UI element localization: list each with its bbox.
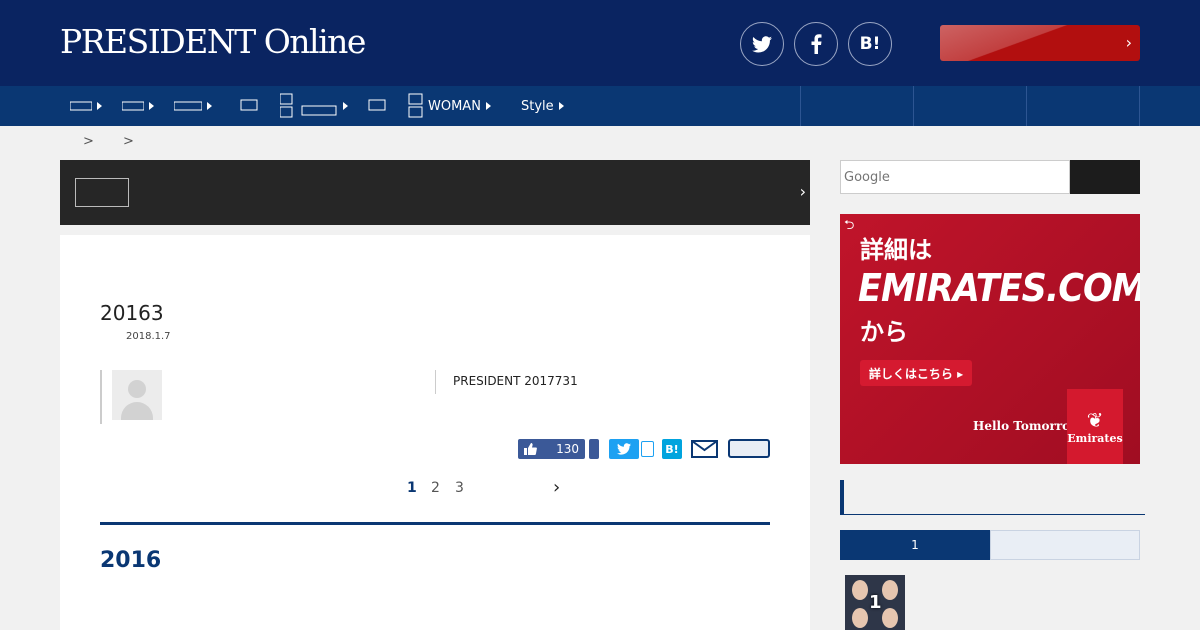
pager-page-2[interactable]: 2 [431,480,440,496]
twitter-icon [617,443,631,455]
pager-page-1[interactable]: 1 [407,480,417,496]
ad-headline-2: EMIRATES.COM [858,266,1140,310]
twitter-share-button[interactable] [740,22,784,66]
nav-label-glyph [408,93,423,118]
ranking-tab-inactive[interactable] [990,530,1140,560]
nav-item-style[interactable]: Style [521,86,564,126]
email-share-button[interactable] [691,439,718,459]
hatena-bookmark-button[interactable]: B! [662,439,682,459]
ad-headline-3: から [860,318,908,346]
ad-choices-icon[interactable]: ⮌ [844,216,854,238]
site-logo[interactable]: PRESIDENT Online [60,22,366,61]
nav-item-5[interactable] [280,86,348,126]
cta-sheen [940,25,1070,61]
nav-item-woman[interactable]: WOMAN [408,86,491,126]
pager-page-3[interactable]: 3 [455,480,464,496]
emirates-wordmark: Emirates [1067,432,1123,445]
main-nav: WOMAN Style [0,86,1200,126]
nav-item-3[interactable] [174,86,212,126]
twitter-icon [752,35,772,52]
ranking-header [840,480,1145,515]
feature-banner[interactable]: › [60,160,810,225]
nav-label-glyph [174,101,202,111]
ad-tagline: Hello Tomorrow [973,419,1081,433]
facebook-like-button[interactable]: 130 [518,439,585,459]
facebook-icon [811,34,821,54]
source-divider [435,370,436,394]
facebook-share-button[interactable] [794,22,838,66]
emirates-logo: ❦ Emirates [1067,389,1123,464]
header-cta-button[interactable]: › [940,25,1140,61]
hatena-bookmark-icon: B! [859,34,881,54]
breadcrumb-separator: > [123,134,134,149]
mail-icon [691,440,718,458]
nav-item-1[interactable] [70,86,102,126]
ranking-number: 1 [869,592,882,613]
ranking-tab-active[interactable]: 1 [840,530,990,560]
nav-label-glyph [280,93,337,118]
nav-divider [913,86,914,126]
nav-item-6[interactable] [368,86,386,126]
caret-right-icon [558,102,564,110]
section-heading: 2016 [100,548,162,573]
nav-label-glyph [240,99,258,111]
caret-right-icon [97,102,102,110]
facebook-like-count: 130 [556,442,579,456]
section-rule [100,522,770,525]
article-title: 20163 [100,301,164,325]
chevron-right-icon: › [799,182,806,201]
nav-divider [1139,86,1140,126]
nav-label-glyph [368,99,386,111]
nav-divider [800,86,801,126]
emirates-calligraphy-icon: ❦ [1086,408,1104,432]
nav-item-2[interactable] [122,86,154,126]
caret-right-icon [343,102,348,110]
hatena-bookmark-button[interactable]: B! [848,22,892,66]
chevron-right-icon: › [1125,33,1132,52]
search-button[interactable] [1070,160,1140,194]
save-article-button[interactable] [728,439,770,458]
author-avatar[interactable] [112,370,162,420]
emirates-ad-banner[interactable]: ⮌ 詳細は EMIRATES.COM から 詳しくはこちら ▸ Hello To… [840,214,1140,464]
facebook-share-button[interactable] [589,439,599,459]
article-card: 20163 2018.1.7 PRESIDENT 2017731 130 B! … [60,235,810,630]
article-source: PRESIDENT 2017731 [453,374,578,388]
tweet-count-bubble [641,441,654,457]
avatar-head [128,380,146,398]
ad-cta-button[interactable]: 詳しくはこちら ▸ [860,360,972,386]
caret-right-icon [149,102,154,110]
nav-divider [1026,86,1027,126]
pager-next-icon[interactable]: › [553,477,560,498]
thumbs-up-icon [524,443,537,455]
author-divider [100,370,102,424]
nav-item-label: Style [521,98,554,114]
site-header: PRESIDENT Online B! › [0,0,1200,86]
caret-right-icon [207,102,212,110]
nav-label-glyph [70,101,92,111]
breadcrumb-separator: > [83,134,94,149]
avatar-body [121,402,153,420]
nav-item-4[interactable] [240,86,258,126]
hatena-bookmark-icon: B! [665,442,679,456]
tweet-button[interactable] [609,439,639,459]
nav-label-glyph [122,101,144,111]
google-search-input[interactable] [840,160,1070,194]
article-date: 2018.1.7 [126,331,171,342]
caret-right-icon [485,102,491,110]
ad-headline-1: 詳細は [860,236,932,264]
banner-label-box [75,178,129,207]
nav-item-label: WOMAN [428,98,481,114]
